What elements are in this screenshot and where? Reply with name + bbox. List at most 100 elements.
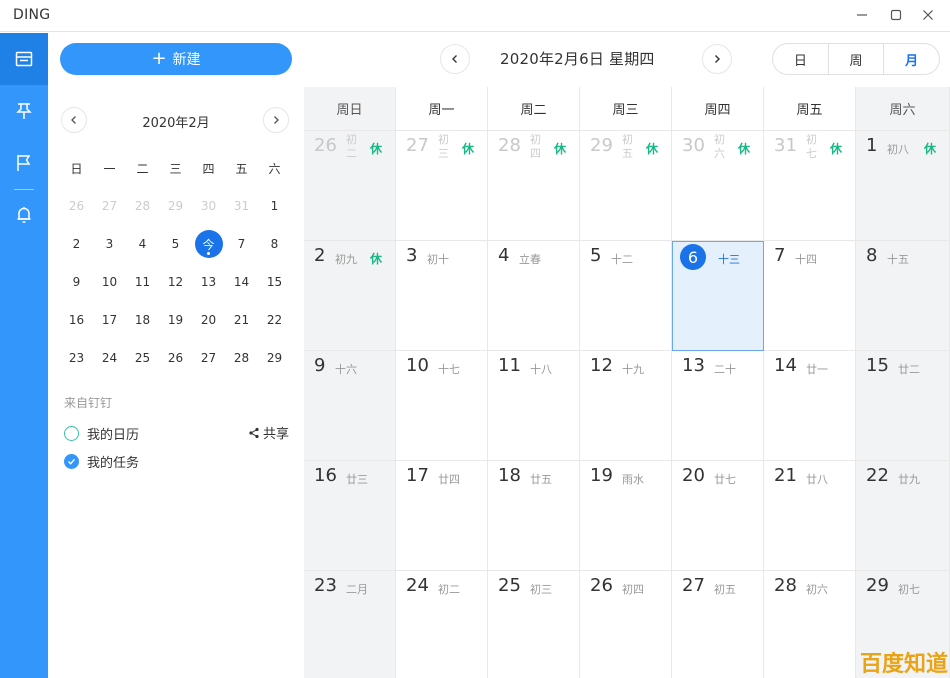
day-cell[interactable]: 20 廿七 <box>672 461 764 571</box>
mini-day-today[interactable]: 今 <box>192 225 225 263</box>
day-cell[interactable]: 25 初三 <box>488 571 580 678</box>
rail-item-calendar[interactable] <box>0 33 48 85</box>
day-number: 31 <box>774 135 797 156</box>
prev-period-button[interactable] <box>440 44 470 74</box>
mini-day[interactable]: 30 <box>192 187 225 225</box>
mini-day[interactable]: 26 <box>60 187 93 225</box>
mini-day-number: 29 <box>167 199 184 213</box>
day-cell[interactable]: 12 十九 <box>580 351 672 461</box>
view-day-button[interactable]: 日 <box>773 44 829 74</box>
mini-day[interactable]: 12 <box>159 263 192 301</box>
day-cell[interactable]: 28 初六 <box>764 571 856 678</box>
mini-day[interactable]: 5 <box>159 225 192 263</box>
mini-day[interactable]: 9 <box>60 263 93 301</box>
mini-day[interactable]: 23 <box>60 339 93 377</box>
calendar-source-item[interactable]: 我的日历 <box>64 423 139 443</box>
day-cell[interactable]: 2 初九休 <box>304 241 396 351</box>
day-cell-selected[interactable]: 6 十三 <box>672 241 764 351</box>
view-month-button[interactable]: 月 <box>884 44 939 74</box>
day-cell[interactable]: 1 初八 休 <box>856 131 950 241</box>
day-cell[interactable]: 22 廿九 <box>856 461 950 571</box>
mini-day[interactable]: 29 <box>258 339 291 377</box>
mini-day[interactable]: 7 <box>225 225 258 263</box>
day-cell[interactable]: 3 初十 <box>396 241 488 351</box>
next-period-button[interactable] <box>702 44 732 74</box>
close-button[interactable] <box>908 0 948 30</box>
mini-day[interactable]: 8 <box>258 225 291 263</box>
day-number: 29 <box>866 575 889 596</box>
day-number: 13 <box>682 355 705 376</box>
checked-circle-icon[interactable] <box>64 453 79 469</box>
day-cell[interactable]: 8 十五 <box>856 241 950 351</box>
mini-day-number: 18 <box>134 313 151 327</box>
day-cell[interactable]: 19 雨水 <box>580 461 672 571</box>
mini-day[interactable]: 29 <box>159 187 192 225</box>
mini-day[interactable]: 16 <box>60 301 93 339</box>
day-cell[interactable]: 29 初五休 <box>580 131 672 241</box>
new-event-button[interactable]: + 新建 <box>60 43 292 75</box>
day-cell[interactable]: 10 十七 <box>396 351 488 461</box>
day-cell[interactable]: 26 初二休 <box>304 131 396 241</box>
day-cell[interactable]: 4 立春 <box>488 241 580 351</box>
day-cell[interactable]: 14 廿一 <box>764 351 856 461</box>
mini-day[interactable]: 22 <box>258 301 291 339</box>
calendar-source-item[interactable]: 我的任务 <box>64 451 139 471</box>
day-cell[interactable]: 31 初七休 <box>764 131 856 241</box>
mini-day[interactable]: 25 <box>126 339 159 377</box>
mini-day-number: 13 <box>200 275 217 289</box>
mini-day[interactable]: 27 <box>93 187 126 225</box>
day-number: 10 <box>406 355 429 376</box>
day-cell[interactable]: 17 廿四 <box>396 461 488 571</box>
lunar-date: 十七 <box>438 363 460 376</box>
mini-day[interactable]: 19 <box>159 301 192 339</box>
day-number: 3 <box>406 245 418 266</box>
mini-day[interactable]: 18 <box>126 301 159 339</box>
nav-rail <box>0 33 48 678</box>
mini-day[interactable]: 20 <box>192 301 225 339</box>
rail-item-ding[interactable] <box>0 85 48 137</box>
day-cell[interactable]: 28 初四休 <box>488 131 580 241</box>
day-cell[interactable]: 15 廿二 <box>856 351 950 461</box>
mini-day[interactable]: 31 <box>225 187 258 225</box>
share-button[interactable]: 共享 <box>248 423 289 442</box>
mini-day[interactable]: 1 <box>258 187 291 225</box>
mini-day[interactable]: 13 <box>192 263 225 301</box>
day-cell[interactable]: 7 十四 <box>764 241 856 351</box>
mini-day[interactable]: 4 <box>126 225 159 263</box>
rail-item-tasks[interactable] <box>0 137 48 189</box>
mini-next-month-button[interactable] <box>263 107 289 133</box>
day-cell[interactable]: 30 初六休 <box>672 131 764 241</box>
mini-week-row: 9 10 11 12 13 14 15 <box>60 263 291 301</box>
day-cell[interactable]: 13 二十 <box>672 351 764 461</box>
mini-day[interactable]: 21 <box>225 301 258 339</box>
mini-day[interactable]: 15 <box>258 263 291 301</box>
mini-day[interactable]: 17 <box>93 301 126 339</box>
mini-day[interactable]: 2 <box>60 225 93 263</box>
mini-weekday-label: 五 <box>235 161 248 176</box>
mini-day[interactable]: 28 <box>126 187 159 225</box>
day-cell[interactable]: 23 二月 <box>304 571 396 678</box>
day-cell[interactable]: 9 十六 <box>304 351 396 461</box>
mini-day[interactable]: 28 <box>225 339 258 377</box>
day-cell[interactable]: 27 初三休 <box>396 131 488 241</box>
weekday-header: 周日 <box>304 87 396 131</box>
day-cell[interactable]: 21 廿八 <box>764 461 856 571</box>
day-cell[interactable]: 18 廿五 <box>488 461 580 571</box>
day-cell[interactable]: 26 初四 <box>580 571 672 678</box>
rail-item-notifications[interactable] <box>0 189 48 241</box>
day-cell[interactable]: 5 十二 <box>580 241 672 351</box>
view-week-button[interactable]: 周 <box>829 44 885 74</box>
mini-day[interactable]: 10 <box>93 263 126 301</box>
mini-day[interactable]: 11 <box>126 263 159 301</box>
mini-day[interactable]: 26 <box>159 339 192 377</box>
mini-day[interactable]: 24 <box>93 339 126 377</box>
mini-day[interactable]: 3 <box>93 225 126 263</box>
mini-day[interactable]: 14 <box>225 263 258 301</box>
day-cell[interactable]: 24 初二 <box>396 571 488 678</box>
day-cell[interactable]: 27 初五 <box>672 571 764 678</box>
day-cell[interactable]: 11 十八 <box>488 351 580 461</box>
mini-calendar-grid: 日一二三四五六 26 27 28 29 30 31 1 2 3 4 5 今 7 8 9 10 11 12 13 14 15… <box>60 149 291 377</box>
unchecked-circle-icon[interactable] <box>64 425 79 441</box>
mini-day[interactable]: 27 <box>192 339 225 377</box>
day-cell[interactable]: 16 廿三 <box>304 461 396 571</box>
